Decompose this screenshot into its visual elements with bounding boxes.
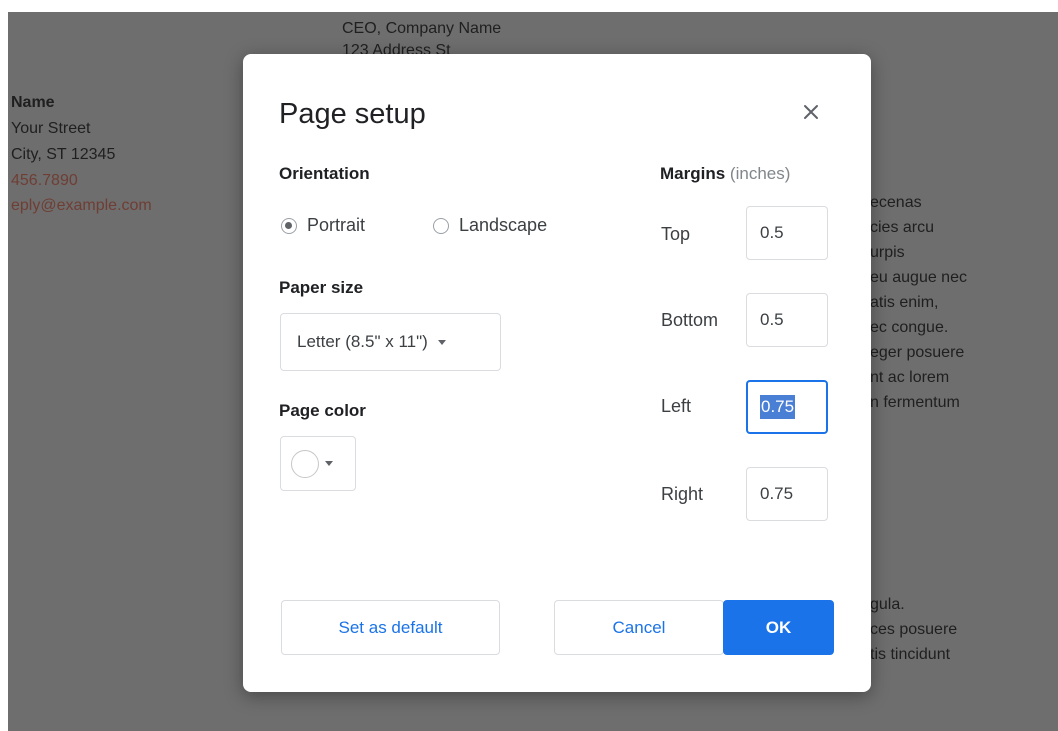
- radio-unchecked-icon: [433, 217, 449, 234]
- page-color-select[interactable]: [280, 436, 356, 491]
- paper-size-value: Letter (8.5" x 11"): [297, 332, 428, 351]
- landscape-radio[interactable]: Landscape: [433, 215, 547, 236]
- cancel-button[interactable]: Cancel: [554, 600, 724, 655]
- margins-title: Margins: [660, 164, 726, 183]
- margin-left-input[interactable]: 0.75: [746, 380, 828, 434]
- body-line: ecenas: [870, 194, 922, 211]
- body-line: eger posuere: [870, 344, 965, 361]
- margin-bottom-input[interactable]: 0.5: [746, 293, 828, 347]
- body-line: nt ac lorem: [870, 369, 950, 386]
- chevron-down-icon: [325, 461, 333, 466]
- body-line: ces posuere: [870, 621, 958, 638]
- margin-top-label: Top: [661, 224, 691, 244]
- selected-text: 0.75: [760, 395, 796, 419]
- color-swatch-icon: [291, 449, 319, 478]
- orientation-label: Orientation: [279, 164, 370, 183]
- page-color-label: Page color: [279, 401, 366, 420]
- portrait-radio[interactable]: Portrait: [281, 215, 365, 236]
- page-setup-dialog: Page setup Orientation Portrait Landscap…: [243, 54, 871, 692]
- body-line: urpis: [870, 244, 905, 261]
- body-line: tis tincidunt: [870, 646, 951, 663]
- margin-right-label: Right: [661, 484, 704, 504]
- portrait-label: Portrait: [307, 215, 366, 235]
- radio-checked-icon: [281, 217, 297, 234]
- margins-label: Margins (inches): [660, 164, 790, 184]
- sender-city: City, ST 12345: [11, 146, 116, 163]
- sender-street: Your Street: [11, 120, 91, 137]
- body-line: cies arcu: [870, 219, 935, 236]
- paper-size-label: Paper size: [279, 278, 364, 297]
- body-line: ec congue.: [870, 319, 949, 336]
- dialog-title: Page setup: [279, 98, 426, 130]
- body-line: gula.: [870, 596, 905, 613]
- margin-right-input[interactable]: 0.75: [746, 467, 828, 521]
- margin-left-label: Left: [661, 396, 692, 416]
- set-as-default-button[interactable]: Set as default: [281, 600, 500, 655]
- ok-button[interactable]: OK: [723, 600, 834, 655]
- body-line: n fermentum: [870, 394, 960, 411]
- margins-unit: (inches): [729, 164, 791, 183]
- margin-top-input[interactable]: 0.5: [746, 206, 828, 260]
- body-line: eu augue nec: [870, 269, 967, 286]
- sender-name: Name: [11, 94, 55, 111]
- sender-email: eply@example.com: [11, 197, 152, 214]
- chevron-down-icon: [437, 339, 446, 345]
- paper-size-select[interactable]: Letter (8.5" x 11"): [280, 313, 501, 371]
- landscape-label: Landscape: [459, 215, 548, 235]
- sender-phone: 456.7890: [11, 172, 78, 189]
- body-line: atis enim,: [870, 294, 939, 311]
- margin-bottom-label: Bottom: [661, 310, 719, 330]
- recipient-title: CEO, Company Name: [342, 20, 502, 37]
- close-icon[interactable]: [799, 100, 823, 124]
